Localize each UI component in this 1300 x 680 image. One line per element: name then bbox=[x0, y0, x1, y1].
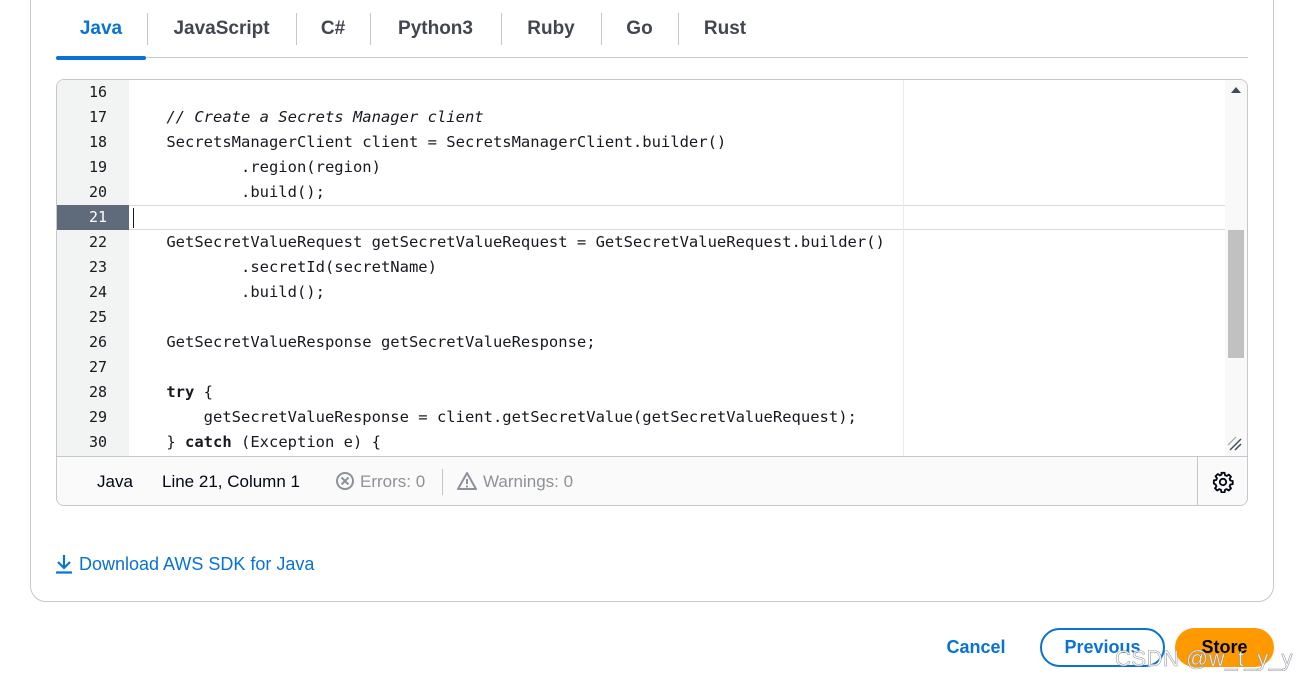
cancel-button[interactable]: Cancel bbox=[940, 628, 1012, 667]
status-cursor-position: Line 21, Column 1 bbox=[162, 472, 300, 491]
line-number-gutter: 16 17 18 19 20 21 22 23 24 25 26 27 28 2… bbox=[57, 80, 129, 456]
scrollbar-thumb[interactable] bbox=[1228, 230, 1244, 358]
warning-icon bbox=[457, 472, 477, 490]
code-line: getSecretValueResponse = client.getSecre… bbox=[129, 408, 857, 426]
tab-go[interactable]: Go bbox=[601, 0, 678, 57]
status-warnings[interactable]: Warnings: 0 bbox=[483, 457, 573, 505]
tab-java[interactable]: Java bbox=[56, 0, 146, 60]
line-number: 27 bbox=[89, 358, 108, 376]
tab-javascript[interactable]: JavaScript bbox=[147, 0, 296, 57]
download-sdk-link[interactable]: Download AWS SDK for Java bbox=[55, 552, 314, 576]
error-icon bbox=[336, 472, 354, 490]
code-text: { bbox=[194, 383, 213, 401]
tab-rust[interactable]: Rust bbox=[678, 0, 772, 57]
code-keyword: catch bbox=[185, 433, 232, 451]
tab-csharp[interactable]: C# bbox=[296, 0, 370, 57]
editor-settings-button[interactable] bbox=[1197, 457, 1247, 505]
text-cursor bbox=[133, 208, 134, 228]
line-number: 16 bbox=[89, 83, 108, 101]
code-line: try { bbox=[129, 380, 213, 405]
scroll-up-arrow-icon[interactable] bbox=[1231, 87, 1241, 93]
tab-python3[interactable]: Python3 bbox=[370, 0, 501, 57]
status-language: Java bbox=[97, 472, 133, 491]
vertical-scrollbar[interactable] bbox=[1225, 80, 1247, 456]
code-line: .build(); bbox=[129, 283, 325, 301]
code-text-area[interactable]: // Create a Secrets Manager client Secre… bbox=[129, 80, 1225, 456]
code-text: (Exception e) { bbox=[231, 433, 381, 451]
download-sdk-label: Download AWS SDK for Java bbox=[79, 553, 315, 574]
line-number: 30 bbox=[89, 433, 108, 451]
code-line: GetSecretValueResponse getSecretValueRes… bbox=[129, 333, 596, 351]
download-icon bbox=[56, 555, 72, 574]
code-editor: 16 17 18 19 20 21 22 23 24 25 26 27 28 2… bbox=[56, 79, 1248, 506]
line-number: 17 bbox=[89, 108, 108, 126]
resize-handle-icon[interactable] bbox=[1227, 436, 1243, 452]
editor-status-bar: Java Line 21, Column 1 Errors: 0 Warning… bbox=[57, 456, 1247, 505]
line-number: 28 bbox=[89, 383, 108, 401]
line-number: 29 bbox=[89, 408, 108, 426]
tab-ruby[interactable]: Ruby bbox=[501, 0, 601, 57]
store-button[interactable]: Store bbox=[1175, 628, 1274, 667]
code-line: SecretsManagerClient client = SecretsMan… bbox=[129, 133, 727, 151]
code-comment-line: // Create a Secrets Manager client bbox=[129, 108, 484, 126]
language-tabs: Java JavaScript C# Python3 Ruby Go Rust bbox=[56, 0, 1248, 60]
line-number: 22 bbox=[89, 233, 108, 251]
line-number: 23 bbox=[89, 258, 108, 276]
status-errors[interactable]: Errors: 0 bbox=[360, 457, 425, 505]
code-line: .build(); bbox=[129, 183, 325, 201]
code-keyword: try bbox=[166, 383, 195, 401]
code-line: .secretId(secretName) bbox=[129, 258, 437, 276]
gear-icon bbox=[1212, 471, 1234, 493]
active-line-number: 21 bbox=[57, 205, 129, 230]
line-number: 18 bbox=[89, 133, 108, 151]
code-text: } bbox=[129, 433, 185, 451]
status-divider bbox=[442, 469, 443, 495]
line-number: 24 bbox=[89, 283, 108, 301]
code-line: GetSecretValueRequest getSecretValueRequ… bbox=[129, 233, 885, 251]
code-line: } catch (Exception e) { bbox=[129, 430, 381, 455]
line-number: 20 bbox=[89, 183, 108, 201]
line-number: 26 bbox=[89, 333, 108, 351]
line-number: 25 bbox=[89, 308, 108, 326]
line-number: 19 bbox=[89, 158, 108, 176]
previous-button[interactable]: Previous bbox=[1040, 628, 1165, 667]
code-line: .region(region) bbox=[129, 158, 381, 176]
